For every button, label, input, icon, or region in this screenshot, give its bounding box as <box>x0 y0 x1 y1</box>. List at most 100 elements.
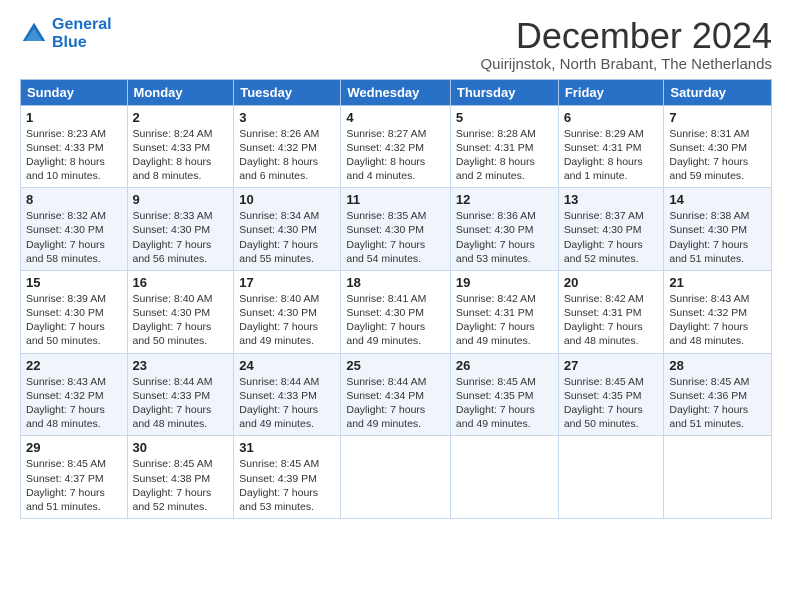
day-info: Sunrise: 8:33 AM Sunset: 4:30 PM Dayligh… <box>133 209 229 266</box>
logo-text: General Blue <box>52 16 112 51</box>
day-cell: 1 Sunrise: 8:23 AM Sunset: 4:33 PM Daylig… <box>21 105 128 188</box>
day-number: 10 <box>239 192 335 207</box>
day-cell: 7 Sunrise: 8:31 AM Sunset: 4:30 PM Daylig… <box>664 105 772 188</box>
day-info: Sunrise: 8:44 AM Sunset: 4:33 PM Dayligh… <box>133 375 229 432</box>
weekday-wednesday: Wednesday <box>341 79 451 105</box>
day-info: Sunrise: 8:23 AM Sunset: 4:33 PM Dayligh… <box>26 127 122 184</box>
day-cell: 28Sunrise: 8:45 AM Sunset: 4:36 PM Dayli… <box>664 353 772 436</box>
week-row-2: 8 Sunrise: 8:32 AM Sunset: 4:30 PM Daylig… <box>21 188 772 271</box>
day-cell: 31 Sunrise: 8:45 AM Sunset: 4:39 PM Dayli… <box>234 436 341 519</box>
day-info: Sunrise: 8:42 AM Sunset: 4:31 PM Dayligh… <box>564 292 659 349</box>
day-info: Sunrise: 8:32 AM Sunset: 4:30 PM Dayligh… <box>26 209 122 266</box>
day-info: Sunrise: 8:45 AM Sunset: 4:37 PM Dayligh… <box>26 457 122 514</box>
day-cell: 14 Sunrise: 8:38 AM Sunset: 4:30 PM Dayli… <box>664 188 772 271</box>
weekday-friday: Friday <box>558 79 664 105</box>
day-info: Sunrise: 8:45 AM Sunset: 4:35 PM Dayligh… <box>456 375 553 432</box>
day-info: Sunrise: 8:34 AM Sunset: 4:30 PM Dayligh… <box>239 209 335 266</box>
day-number: 2 <box>133 110 229 125</box>
day-number: 16 <box>133 275 229 290</box>
week-row-3: 15Sunrise: 8:39 AM Sunset: 4:30 PM Dayli… <box>21 270 772 353</box>
day-cell: 30Sunrise: 8:45 AM Sunset: 4:38 PM Dayli… <box>127 436 234 519</box>
day-cell: 18 Sunrise: 8:41 AM Sunset: 4:30 PM Dayli… <box>341 270 451 353</box>
subtitle: Quirijnstok, North Brabant, The Netherla… <box>480 56 772 73</box>
week-row-5: 29 Sunrise: 8:45 AM Sunset: 4:37 PM Dayli… <box>21 436 772 519</box>
day-cell: 19Sunrise: 8:42 AM Sunset: 4:31 PM Dayli… <box>450 270 558 353</box>
day-info: Sunrise: 8:45 AM Sunset: 4:38 PM Dayligh… <box>133 457 229 514</box>
day-number: 26 <box>456 358 553 373</box>
day-cell: 2 Sunrise: 8:24 AM Sunset: 4:33 PM Daylig… <box>127 105 234 188</box>
day-cell: 12 Sunrise: 8:36 AM Sunset: 4:30 PM Dayli… <box>450 188 558 271</box>
day-number: 8 <box>26 192 122 207</box>
day-number: 4 <box>346 110 445 125</box>
week-row-1: 1 Sunrise: 8:23 AM Sunset: 4:33 PM Daylig… <box>21 105 772 188</box>
day-info: Sunrise: 8:43 AM Sunset: 4:32 PM Dayligh… <box>669 292 766 349</box>
day-info: Sunrise: 8:35 AM Sunset: 4:30 PM Dayligh… <box>346 209 445 266</box>
day-number: 18 <box>346 275 445 290</box>
day-info: Sunrise: 8:44 AM Sunset: 4:33 PM Dayligh… <box>239 375 335 432</box>
day-cell: 4 Sunrise: 8:27 AM Sunset: 4:32 PM Daylig… <box>341 105 451 188</box>
day-cell: 3 Sunrise: 8:26 AM Sunset: 4:32 PM Daylig… <box>234 105 341 188</box>
day-number: 11 <box>346 192 445 207</box>
day-number: 22 <box>26 358 122 373</box>
day-info: Sunrise: 8:41 AM Sunset: 4:30 PM Dayligh… <box>346 292 445 349</box>
day-cell: 11 Sunrise: 8:35 AM Sunset: 4:30 PM Dayli… <box>341 188 451 271</box>
day-info: Sunrise: 8:45 AM Sunset: 4:39 PM Dayligh… <box>239 457 335 514</box>
weekday-thursday: Thursday <box>450 79 558 105</box>
day-number: 3 <box>239 110 335 125</box>
day-number: 19 <box>456 275 553 290</box>
day-number: 17 <box>239 275 335 290</box>
logo-icon <box>20 20 48 48</box>
day-info: Sunrise: 8:36 AM Sunset: 4:30 PM Dayligh… <box>456 209 553 266</box>
day-number: 13 <box>564 192 659 207</box>
day-info: Sunrise: 8:26 AM Sunset: 4:32 PM Dayligh… <box>239 127 335 184</box>
day-cell: 17 Sunrise: 8:40 AM Sunset: 4:30 PM Dayli… <box>234 270 341 353</box>
day-cell: 15Sunrise: 8:39 AM Sunset: 4:30 PM Dayli… <box>21 270 128 353</box>
day-number: 7 <box>669 110 766 125</box>
day-cell <box>341 436 451 519</box>
day-number: 1 <box>26 110 122 125</box>
day-info: Sunrise: 8:31 AM Sunset: 4:30 PM Dayligh… <box>669 127 766 184</box>
day-cell: 24 Sunrise: 8:44 AM Sunset: 4:33 PM Dayli… <box>234 353 341 436</box>
week-row-4: 22Sunrise: 8:43 AM Sunset: 4:32 PM Dayli… <box>21 353 772 436</box>
day-info: Sunrise: 8:44 AM Sunset: 4:34 PM Dayligh… <box>346 375 445 432</box>
day-number: 27 <box>564 358 659 373</box>
day-cell: 6Sunrise: 8:29 AM Sunset: 4:31 PM Daylig… <box>558 105 664 188</box>
day-info: Sunrise: 8:28 AM Sunset: 4:31 PM Dayligh… <box>456 127 553 184</box>
day-cell <box>664 436 772 519</box>
day-number: 21 <box>669 275 766 290</box>
day-info: Sunrise: 8:27 AM Sunset: 4:32 PM Dayligh… <box>346 127 445 184</box>
day-info: Sunrise: 8:40 AM Sunset: 4:30 PM Dayligh… <box>133 292 229 349</box>
header: General Blue December 2024 Quirijnstok, … <box>20 16 772 73</box>
day-number: 24 <box>239 358 335 373</box>
day-number: 14 <box>669 192 766 207</box>
day-cell: 26 Sunrise: 8:45 AM Sunset: 4:35 PM Dayli… <box>450 353 558 436</box>
day-number: 9 <box>133 192 229 207</box>
calendar: SundayMondayTuesdayWednesdayThursdayFrid… <box>20 79 772 519</box>
day-cell: 13 Sunrise: 8:37 AM Sunset: 4:30 PM Dayli… <box>558 188 664 271</box>
day-info: Sunrise: 8:38 AM Sunset: 4:30 PM Dayligh… <box>669 209 766 266</box>
day-number: 25 <box>346 358 445 373</box>
day-cell: 16 Sunrise: 8:40 AM Sunset: 4:30 PM Dayli… <box>127 270 234 353</box>
day-cell: 20 Sunrise: 8:42 AM Sunset: 4:31 PM Dayli… <box>558 270 664 353</box>
calendar-body: 1 Sunrise: 8:23 AM Sunset: 4:33 PM Daylig… <box>21 105 772 518</box>
weekday-monday: Monday <box>127 79 234 105</box>
weekday-sunday: Sunday <box>21 79 128 105</box>
day-number: 23 <box>133 358 229 373</box>
day-number: 29 <box>26 440 122 455</box>
day-number: 31 <box>239 440 335 455</box>
day-info: Sunrise: 8:24 AM Sunset: 4:33 PM Dayligh… <box>133 127 229 184</box>
day-number: 12 <box>456 192 553 207</box>
day-cell: 9 Sunrise: 8:33 AM Sunset: 4:30 PM Daylig… <box>127 188 234 271</box>
day-number: 28 <box>669 358 766 373</box>
title-block: December 2024 Quirijnstok, North Brabant… <box>480 16 772 73</box>
logo: General Blue <box>20 16 112 51</box>
day-info: Sunrise: 8:39 AM Sunset: 4:30 PM Dayligh… <box>26 292 122 349</box>
day-info: Sunrise: 8:45 AM Sunset: 4:35 PM Dayligh… <box>564 375 659 432</box>
day-info: Sunrise: 8:40 AM Sunset: 4:30 PM Dayligh… <box>239 292 335 349</box>
day-cell: 22Sunrise: 8:43 AM Sunset: 4:32 PM Dayli… <box>21 353 128 436</box>
page: General Blue December 2024 Quirijnstok, … <box>0 0 792 529</box>
day-cell: 5 Sunrise: 8:28 AM Sunset: 4:31 PM Daylig… <box>450 105 558 188</box>
day-info: Sunrise: 8:37 AM Sunset: 4:30 PM Dayligh… <box>564 209 659 266</box>
day-number: 20 <box>564 275 659 290</box>
day-number: 5 <box>456 110 553 125</box>
